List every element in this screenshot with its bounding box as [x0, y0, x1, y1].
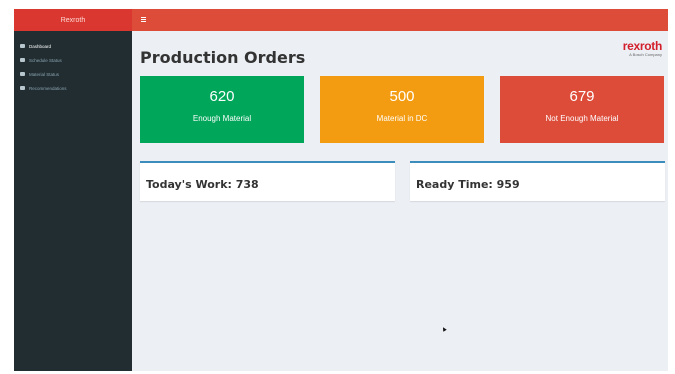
sidebar-item-dashboard[interactable]: Dashboard	[14, 39, 132, 53]
ready-time-text: Ready Time: 959	[416, 178, 520, 191]
box-label: Enough Material	[192, 114, 252, 123]
page-title: Production Orders	[140, 48, 306, 67]
status-boxes: 620 Enough Material 500 Material in DC 6…	[140, 76, 664, 143]
sidebar-item-schedule-status[interactable]: Schedule Status	[14, 53, 132, 67]
logo-word: rexroth	[622, 39, 663, 53]
brand-logo[interactable]: Rexroth	[14, 9, 132, 31]
material-in-dc-box[interactable]: 500 Material in DC	[320, 76, 484, 143]
hamburger-icon[interactable]	[141, 17, 146, 22]
box-label: Material in DC	[376, 114, 428, 123]
todays-work-text: Today's Work: 738	[146, 178, 259, 191]
brand-label: Rexroth	[60, 16, 86, 24]
box-value: 679	[569, 88, 595, 105]
sidebar-item-material-status[interactable]: Material Status	[14, 67, 132, 81]
box-value: 500	[389, 88, 415, 105]
rexroth-logo: rexroth A Bosch Company	[622, 39, 663, 57]
ready-time-card: Ready Time: 959	[410, 161, 665, 201]
sidebar-item-label: Schedule Status	[29, 57, 62, 63]
logo-subtitle: A Bosch Company	[629, 52, 662, 57]
sidebar-item-label: Dashboard	[29, 43, 52, 49]
table-icon	[20, 72, 25, 76]
sidebar-item-label: Material Status	[29, 71, 60, 77]
sidebar-item-label: Recommendations	[29, 85, 67, 91]
sidebar-item-recommendations[interactable]: Recommendations	[14, 81, 132, 95]
todays-work-card: Today's Work: 738	[140, 161, 395, 201]
sidebar: Rexroth Dashboard Schedule Status Materi…	[14, 9, 132, 371]
sidebar-menu: Dashboard Schedule Status Material Statu…	[14, 31, 132, 95]
dashboard-icon	[20, 44, 25, 48]
not-enough-material-box[interactable]: 679 Not Enough Material	[500, 76, 664, 143]
app-window: Rexroth Dashboard Schedule Status Materi…	[14, 9, 668, 371]
box-label: Not Enough Material	[545, 114, 619, 123]
mouse-cursor-icon	[441, 326, 447, 332]
enough-material-box[interactable]: 620 Enough Material	[140, 76, 304, 143]
main-content: Production Orders rexroth A Bosch Compan…	[132, 31, 668, 371]
top-navbar	[132, 9, 668, 31]
box-value: 620	[209, 88, 235, 105]
table-icon	[20, 58, 25, 62]
table-icon	[20, 86, 25, 90]
